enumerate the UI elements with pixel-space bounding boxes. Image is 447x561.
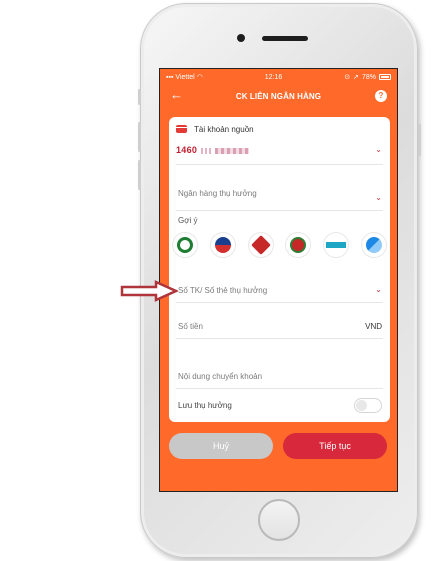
alarm-icon: ⊙ bbox=[344, 74, 351, 81]
volume-down-button bbox=[138, 160, 141, 190]
bank-3-icon[interactable] bbox=[247, 232, 274, 258]
status-right: ⊙ ➚ 78% bbox=[344, 73, 391, 81]
toggle-knob bbox=[356, 400, 367, 411]
app-screen: ▪▪▪ Viettel ◠ 12:16 ⊙ ➚ 78% ← CK LIÊN NG… bbox=[159, 68, 398, 492]
beneficiary-bank-select[interactable]: Ngân hàng thụ hưởng bbox=[178, 189, 257, 198]
divider bbox=[176, 388, 383, 389]
amount-input[interactable]: Số tiền bbox=[178, 322, 203, 331]
battery-icon bbox=[378, 74, 391, 80]
clock: 12:16 bbox=[264, 73, 283, 81]
suggested-banks bbox=[172, 232, 387, 258]
masked-digits bbox=[215, 147, 250, 154]
transfer-form: Tài khoản nguồn 1460 ⌄ Ngân hàng thụ hưở… bbox=[169, 117, 390, 422]
bank-1-icon[interactable] bbox=[172, 232, 198, 258]
nav-bar: ← CK LIÊN NGÂN HÀNG ? bbox=[160, 85, 397, 107]
continue-button[interactable]: Tiếp tục bbox=[283, 433, 387, 459]
save-beneficiary-toggle[interactable] bbox=[354, 398, 382, 413]
front-camera bbox=[237, 34, 245, 42]
power-button bbox=[418, 124, 421, 156]
source-account-title: Tài khoản nguồn bbox=[194, 125, 254, 134]
page-title: CK LIÊN NGÂN HÀNG bbox=[235, 91, 322, 101]
source-account-number: 1460 bbox=[176, 145, 198, 155]
wifi-icon: ◠ bbox=[196, 74, 203, 81]
divider bbox=[176, 210, 383, 211]
back-arrow-icon[interactable]: ← bbox=[170, 87, 183, 102]
mute-switch bbox=[138, 89, 141, 105]
divider bbox=[176, 338, 383, 339]
beneficiary-account-input[interactable]: Số TK/ Số thẻ thụ hưởng bbox=[178, 286, 267, 295]
chevron-down-icon[interactable]: ⌄ bbox=[375, 193, 382, 202]
card-icon bbox=[176, 125, 187, 133]
bank-6-icon[interactable] bbox=[360, 232, 387, 258]
earpiece-speaker bbox=[262, 36, 308, 41]
transfer-content-input[interactable]: Nội dung chuyển khoản bbox=[178, 372, 262, 381]
volume-up-button bbox=[138, 122, 141, 152]
currency-label: VND bbox=[365, 322, 382, 331]
divider bbox=[176, 164, 383, 165]
suggestions-label: Gợi ý bbox=[178, 216, 198, 225]
chevron-down-icon[interactable]: ⌄ bbox=[375, 285, 382, 294]
bank-2-icon[interactable] bbox=[209, 232, 236, 258]
chevron-down-icon[interactable]: ⌄ bbox=[375, 145, 382, 154]
question-icon[interactable]: ? bbox=[375, 90, 387, 102]
bank-4-icon[interactable] bbox=[285, 232, 312, 258]
masked-digits bbox=[201, 147, 212, 154]
carrier-label: ▪▪▪ Viettel ◠ bbox=[166, 74, 203, 81]
annotation-arrow-icon bbox=[120, 280, 178, 302]
status-bar: ▪▪▪ Viettel ◠ 12:16 ⊙ ➚ 78% bbox=[160, 69, 397, 85]
source-account-selector[interactable]: 1460 bbox=[176, 145, 250, 155]
divider bbox=[176, 302, 383, 303]
signal-icon: ▪▪▪ bbox=[166, 74, 174, 81]
home-button[interactable] bbox=[258, 499, 300, 541]
bank-5-icon[interactable] bbox=[323, 232, 350, 258]
battery-percent: 78% bbox=[361, 73, 376, 81]
save-beneficiary-label: Lưu thụ hưởng bbox=[178, 401, 232, 410]
cancel-button[interactable]: Huỷ bbox=[169, 433, 273, 459]
location-icon: ➚ bbox=[353, 74, 359, 81]
